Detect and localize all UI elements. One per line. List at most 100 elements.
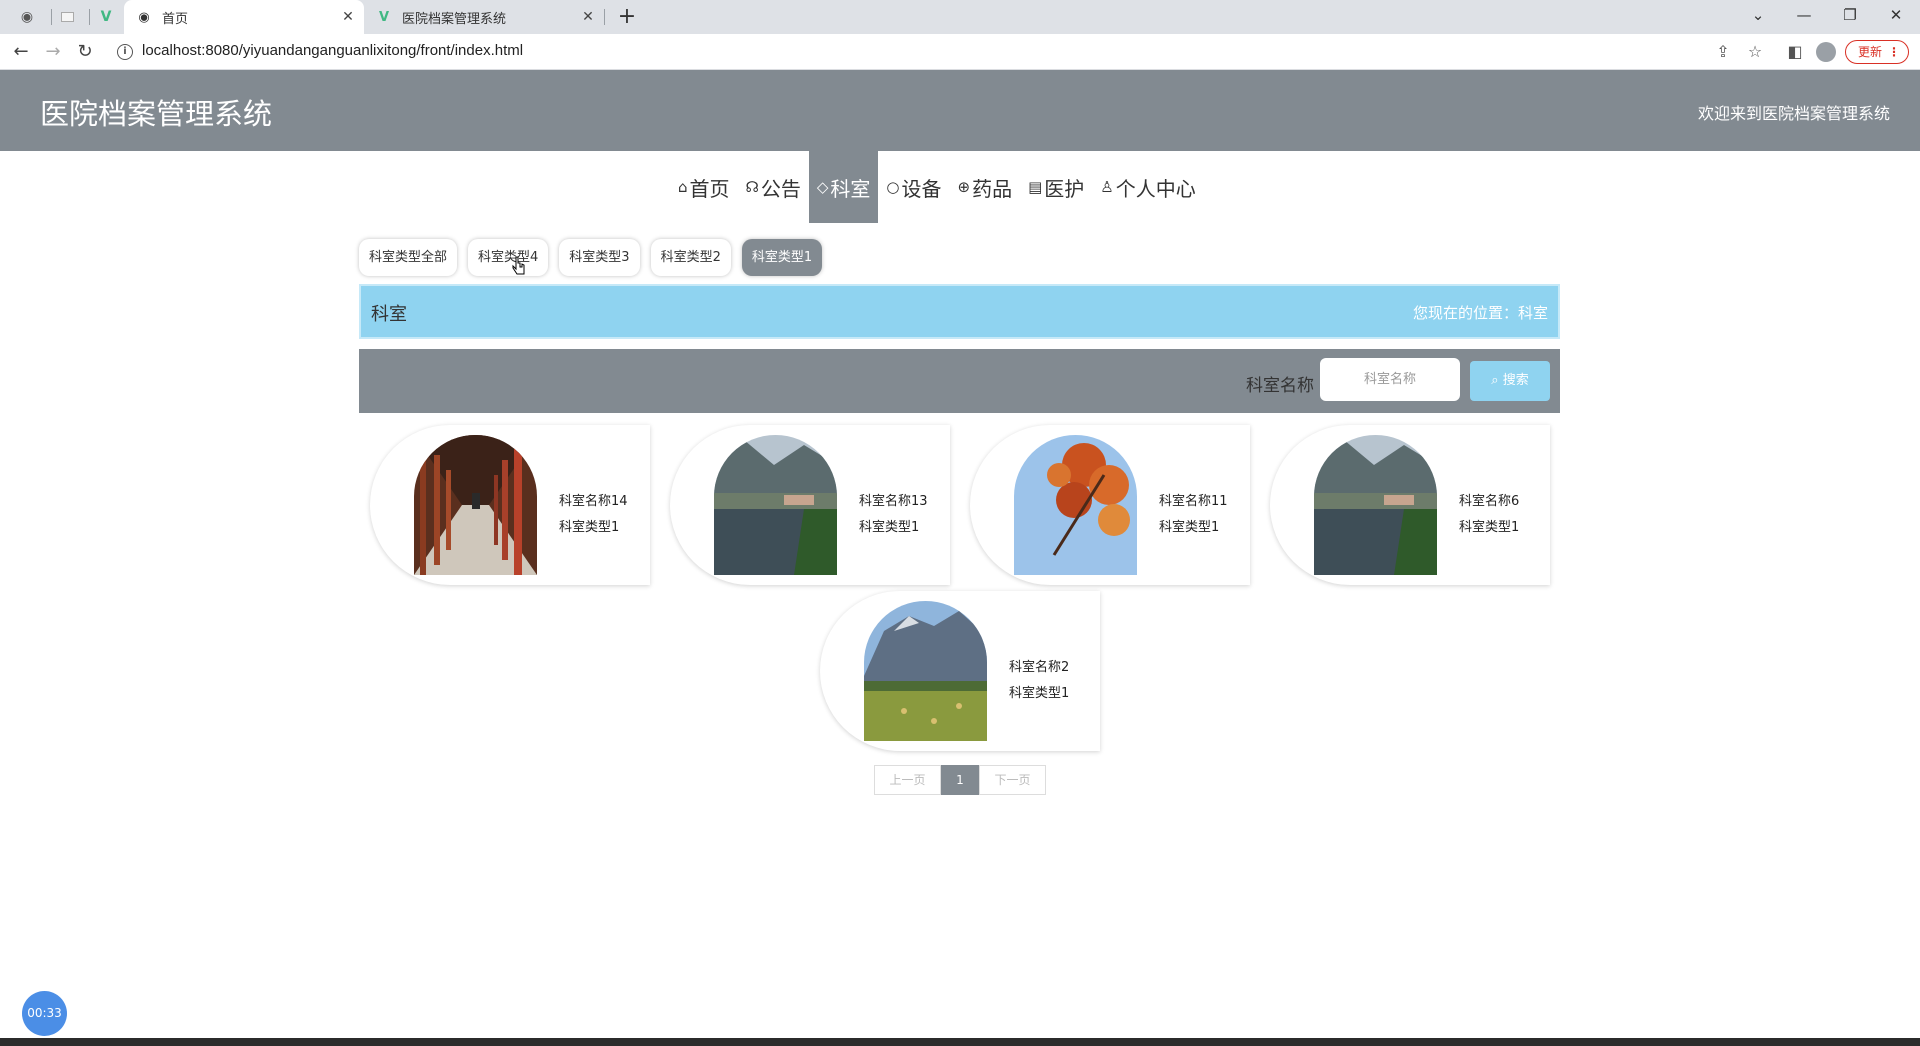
nav-label: 医护 bbox=[1044, 176, 1085, 201]
department-card[interactable]: 科室名称2 科室类型1 bbox=[820, 591, 1100, 751]
nav-item-equipment[interactable]: ○ 设备 bbox=[878, 151, 949, 223]
tab-title: 首页 bbox=[162, 11, 189, 27]
department-name: 科室名称13 bbox=[859, 494, 928, 509]
share-icon[interactable]: ⇪ bbox=[1712, 42, 1734, 62]
pinned-tab-globe-icon[interactable]: ◉ bbox=[13, 6, 41, 28]
category-tab-type4[interactable]: 科室类型4 bbox=[468, 239, 549, 276]
department-name: 科室名称2 bbox=[1009, 660, 1070, 675]
page-number-button[interactable]: 1 bbox=[941, 765, 979, 795]
side-panel-icon[interactable]: ◧ bbox=[1784, 42, 1806, 62]
taskbar-strip bbox=[0, 1038, 1920, 1046]
department-card[interactable]: 科室名称14 科室类型1 bbox=[370, 425, 650, 585]
department-info: 科室名称6 科室类型1 bbox=[1459, 489, 1519, 541]
back-button[interactable]: ← bbox=[10, 41, 32, 63]
department-type: 科室类型1 bbox=[559, 520, 620, 535]
main-nav: ⌂ 首页 ☊ 公告 ◇ 科室 ○ 设备 ⊕ 药品 ▤ 医护 ♙ 个人中心 bbox=[670, 151, 1204, 223]
department-type: 科室类型1 bbox=[859, 520, 920, 535]
breadcrumb: 科室 您现在的位置：科室 bbox=[359, 284, 1560, 339]
category-filter: 科室类型全部 科室类型4 科室类型3 科室类型2 科室类型1 bbox=[359, 239, 833, 276]
department-type: 科室类型1 bbox=[1459, 520, 1520, 535]
department-info: 科室名称2 科室类型1 bbox=[1009, 655, 1069, 707]
department-image bbox=[1014, 435, 1137, 575]
bookmark-star-icon[interactable]: ☆ bbox=[1744, 42, 1766, 62]
department-card[interactable]: 科室名称11 科室类型1 bbox=[970, 425, 1250, 585]
update-button[interactable]: 更新 ⋮ bbox=[1845, 40, 1909, 64]
nav-label: 科室 bbox=[830, 176, 871, 201]
globe-icon: ⊕ bbox=[957, 178, 971, 196]
calendar-icon: ▤ bbox=[1028, 178, 1043, 196]
category-tab-type1[interactable]: 科室类型1 bbox=[741, 239, 823, 276]
circle-icon: ○ bbox=[886, 178, 900, 196]
site-title: 医院档案管理系统 bbox=[40, 97, 273, 131]
minimize-button[interactable]: — bbox=[1782, 0, 1826, 30]
nav-label: 首页 bbox=[689, 176, 730, 201]
close-tab-icon[interactable]: ✕ bbox=[338, 9, 358, 25]
address-bar-url[interactable]: localhost:8080/yiyuandanganguanlixitong/… bbox=[142, 42, 523, 59]
current-location: 您现在的位置：科室 bbox=[1412, 304, 1548, 322]
tab-separator bbox=[51, 9, 52, 25]
recording-timer[interactable]: 00:33 bbox=[22, 991, 67, 1036]
update-label: 更新 bbox=[1858, 45, 1883, 59]
pinned-tab-vue-icon[interactable]: V bbox=[92, 6, 120, 28]
category-tab-all[interactable]: 科室类型全部 bbox=[359, 239, 458, 276]
mouse-cursor-icon bbox=[512, 256, 525, 275]
tag-icon: ◇ bbox=[816, 178, 829, 196]
site-header: 医院档案管理系统 欢迎来到医院档案管理系统 bbox=[0, 70, 1920, 151]
pagination: 上一页 1 下一页 bbox=[874, 765, 1046, 795]
department-name-input[interactable] bbox=[1320, 358, 1460, 401]
nav-label: 药品 bbox=[972, 176, 1013, 201]
nav-label: 公告 bbox=[760, 176, 801, 201]
nav-label: 设备 bbox=[901, 176, 942, 201]
nav-item-medical-staff[interactable]: ▤ 医护 bbox=[1020, 151, 1092, 223]
browser-toolbar: ← → ↻ i localhost:8080/yiyuandanganguanl… bbox=[0, 34, 1920, 70]
browser-tab-strip: ◉ V ◉ 首页 ✕ V 医院档案管理系统 ✕ + ⌄ — ❐ ✕ bbox=[0, 0, 1920, 34]
globe-icon: ◉ bbox=[138, 9, 150, 25]
pinned-tab-blank-icon[interactable] bbox=[53, 6, 81, 28]
department-name: 科室名称11 bbox=[1159, 494, 1228, 509]
department-info: 科室名称14 科室类型1 bbox=[559, 489, 628, 541]
nav-item-notice[interactable]: ☊ 公告 bbox=[738, 151, 809, 223]
nav-item-home[interactable]: ⌂ 首页 bbox=[670, 151, 738, 223]
profile-avatar-icon[interactable] bbox=[1816, 42, 1836, 62]
reload-button[interactable]: ↻ bbox=[74, 41, 96, 63]
department-info: 科室名称11 科室类型1 bbox=[1159, 489, 1228, 541]
browser-tab-home[interactable]: ◉ 首页 ✕ bbox=[124, 0, 364, 34]
department-image bbox=[864, 601, 987, 741]
department-image bbox=[714, 435, 837, 575]
next-page-button[interactable]: 下一页 bbox=[979, 765, 1046, 795]
tab-title: 医院档案管理系统 bbox=[402, 11, 507, 27]
vue-icon: V bbox=[378, 9, 390, 25]
browser-tab-system[interactable]: V 医院档案管理系统 ✕ bbox=[364, 0, 604, 34]
site-info-icon[interactable]: i bbox=[117, 44, 133, 60]
close-tab-icon[interactable]: ✕ bbox=[578, 9, 598, 25]
department-type: 科室类型1 bbox=[1159, 520, 1220, 535]
tab-separator bbox=[604, 9, 605, 25]
menu-dots-icon: ⋮ bbox=[1888, 45, 1900, 59]
megaphone-icon: ☊ bbox=[745, 178, 759, 196]
department-image bbox=[1314, 435, 1437, 575]
prev-page-button[interactable]: 上一页 bbox=[874, 765, 941, 795]
department-card[interactable]: 科室名称13 科室类型1 bbox=[670, 425, 950, 585]
user-icon: ♙ bbox=[1100, 178, 1114, 196]
restore-button[interactable]: ❐ bbox=[1828, 0, 1872, 30]
new-tab-button[interactable]: + bbox=[614, 4, 640, 30]
nav-label: 个人中心 bbox=[1115, 176, 1196, 201]
section-title: 科室 bbox=[371, 304, 407, 325]
category-tab-type2[interactable]: 科室类型2 bbox=[650, 239, 731, 276]
search-bar: 科室名称 ⌕ 搜索 bbox=[359, 349, 1560, 413]
search-button-label: 搜索 bbox=[1502, 373, 1529, 388]
tab-search-icon[interactable]: ⌄ bbox=[1736, 0, 1780, 30]
home-icon: ⌂ bbox=[678, 178, 688, 196]
search-button[interactable]: ⌕ 搜索 bbox=[1470, 361, 1550, 401]
nav-item-department[interactable]: ◇ 科室 bbox=[808, 151, 879, 223]
search-icon: ⌕ bbox=[1491, 373, 1499, 388]
tab-separator bbox=[89, 9, 90, 25]
search-label: 科室名称 bbox=[1246, 376, 1314, 396]
department-card[interactable]: 科室名称6 科室类型1 bbox=[1270, 425, 1550, 585]
nav-item-medicine[interactable]: ⊕ 药品 bbox=[950, 151, 1021, 223]
nav-item-personal-center[interactable]: ♙ 个人中心 bbox=[1092, 151, 1203, 223]
close-window-button[interactable]: ✕ bbox=[1874, 0, 1918, 30]
forward-button[interactable]: → bbox=[42, 41, 64, 63]
department-image bbox=[414, 435, 537, 575]
category-tab-type3[interactable]: 科室类型3 bbox=[559, 239, 640, 276]
